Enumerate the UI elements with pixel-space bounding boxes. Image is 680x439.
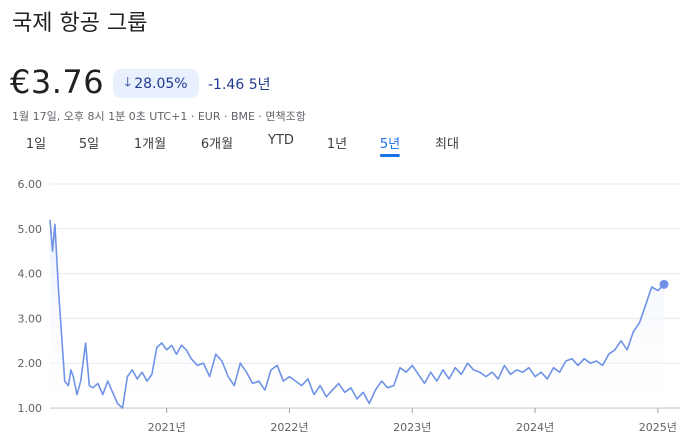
y-tick-label: 2.00 (18, 357, 43, 370)
last-point-group (659, 279, 669, 289)
x-axis-labels: 2021년 2022년 2023년 2024년 2025년 (148, 408, 677, 434)
x-tick-label: 2021년 (148, 421, 186, 434)
y-tick-label: 4.00 (18, 268, 43, 281)
x-tick-label: 2023년 (393, 421, 431, 434)
y-tick-label: 5.00 (18, 223, 43, 236)
price-chart[interactable]: 1.00 2.00 3.00 4.00 5.00 6.00 2021년 2022년 2023년… (0, 0, 680, 439)
chart-area-group (50, 219, 664, 408)
y-tick-label: 3.00 (18, 312, 43, 325)
x-tick-label: 2025년 (639, 421, 677, 434)
x-tick-label: 2024년 (516, 421, 554, 434)
x-tick-label: 2022년 (270, 421, 308, 434)
last-point-marker (659, 279, 669, 289)
y-tick-label: 6.00 (18, 178, 43, 191)
y-axis-labels: 1.00 2.00 3.00 4.00 5.00 6.00 (18, 178, 43, 415)
y-tick-label: 1.00 (18, 402, 43, 415)
chart-area (50, 219, 664, 408)
